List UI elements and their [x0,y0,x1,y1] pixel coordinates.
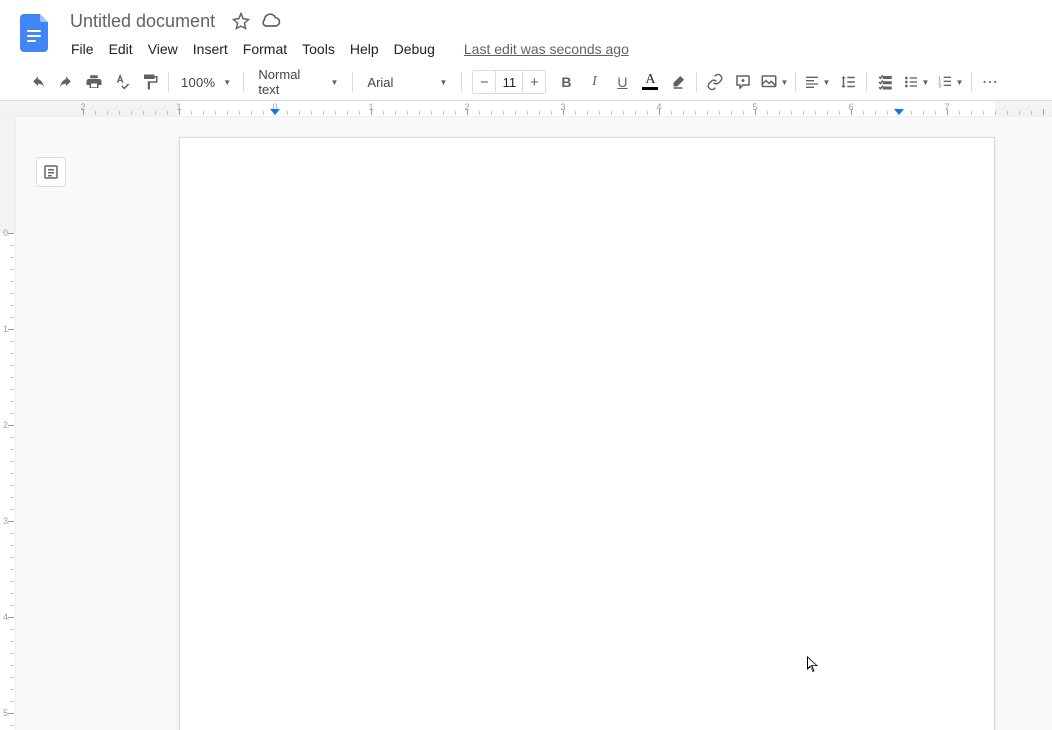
italic-button[interactable]: I [580,68,608,96]
underline-button[interactable]: U [608,68,636,96]
document-title[interactable]: Untitled document [64,9,221,34]
chevron-down-icon: ▼ [822,78,830,87]
last-edit-link[interactable]: Last edit was seconds ago [457,37,636,61]
paint-format-button[interactable] [136,68,164,96]
bulleted-list-button[interactable]: ▼ [899,68,933,96]
menu-bar: File Edit View Insert Format Tools Help … [64,36,636,62]
text-color-button[interactable]: A [636,68,664,96]
chevron-down-icon: ▼ [331,78,339,87]
paragraph-style-select[interactable]: Normal text ▼ [248,67,348,97]
insert-comment-button[interactable] [729,68,757,96]
menu-view[interactable]: View [141,37,185,61]
font-family-select[interactable]: Arial ▼ [357,75,457,90]
numbered-list-button[interactable]: 123▼ [933,68,967,96]
align-button[interactable]: ▼ [800,68,834,96]
checklist-button[interactable] [871,68,899,96]
insert-image-button[interactable]: ▼ [757,68,791,96]
horizontal-ruler[interactable]: 2101234567 [0,101,1052,117]
title-bar: Untitled document File Edit View Insert … [0,0,1052,64]
undo-button[interactable] [24,68,52,96]
insert-link-button[interactable] [701,68,729,96]
menu-file[interactable]: File [64,37,101,61]
zoom-value: 100% [181,75,215,90]
menu-tools[interactable]: Tools [295,37,342,61]
highlight-color-button[interactable] [664,68,692,96]
font-value: Arial [367,75,393,90]
chevron-down-icon: ▼ [440,78,448,87]
menu-format[interactable]: Format [236,37,294,61]
menu-insert[interactable]: Insert [186,37,235,61]
font-size-input[interactable] [495,71,523,93]
more-options-button[interactable]: ⋯ [976,68,1004,96]
toolbar: 100% ▼ Normal text ▼ Arial ▼ − + B I U A [0,64,1052,101]
font-size-increase[interactable]: + [523,71,545,93]
print-button[interactable] [80,68,108,96]
chevron-down-icon: ▼ [955,78,963,87]
zoom-select[interactable]: 100% ▼ [173,75,239,90]
line-spacing-button[interactable] [834,68,862,96]
document-outline-button[interactable] [36,157,66,187]
redo-button[interactable] [52,68,80,96]
workspace: 0123456 [0,117,1052,730]
chevron-down-icon: ▼ [780,78,788,87]
svg-text:3: 3 [939,83,942,88]
cloud-status-icon[interactable] [261,11,281,31]
spellcheck-button[interactable] [108,68,136,96]
docs-logo[interactable] [16,12,56,52]
bold-button[interactable]: B [552,68,580,96]
document-area[interactable] [16,117,1052,730]
page-canvas[interactable] [179,137,995,730]
font-size-stepper: − + [472,70,546,94]
chevron-down-icon: ▼ [223,78,231,87]
star-icon[interactable] [231,11,251,31]
style-value: Normal text [258,67,322,97]
chevron-down-icon: ▼ [921,78,929,87]
menu-edit[interactable]: Edit [102,37,140,61]
menu-help[interactable]: Help [343,37,386,61]
font-size-decrease[interactable]: − [473,71,495,93]
toolbar-separator [168,72,169,92]
vertical-ruler[interactable]: 0123456 [0,117,16,730]
menu-debug[interactable]: Debug [387,37,442,61]
